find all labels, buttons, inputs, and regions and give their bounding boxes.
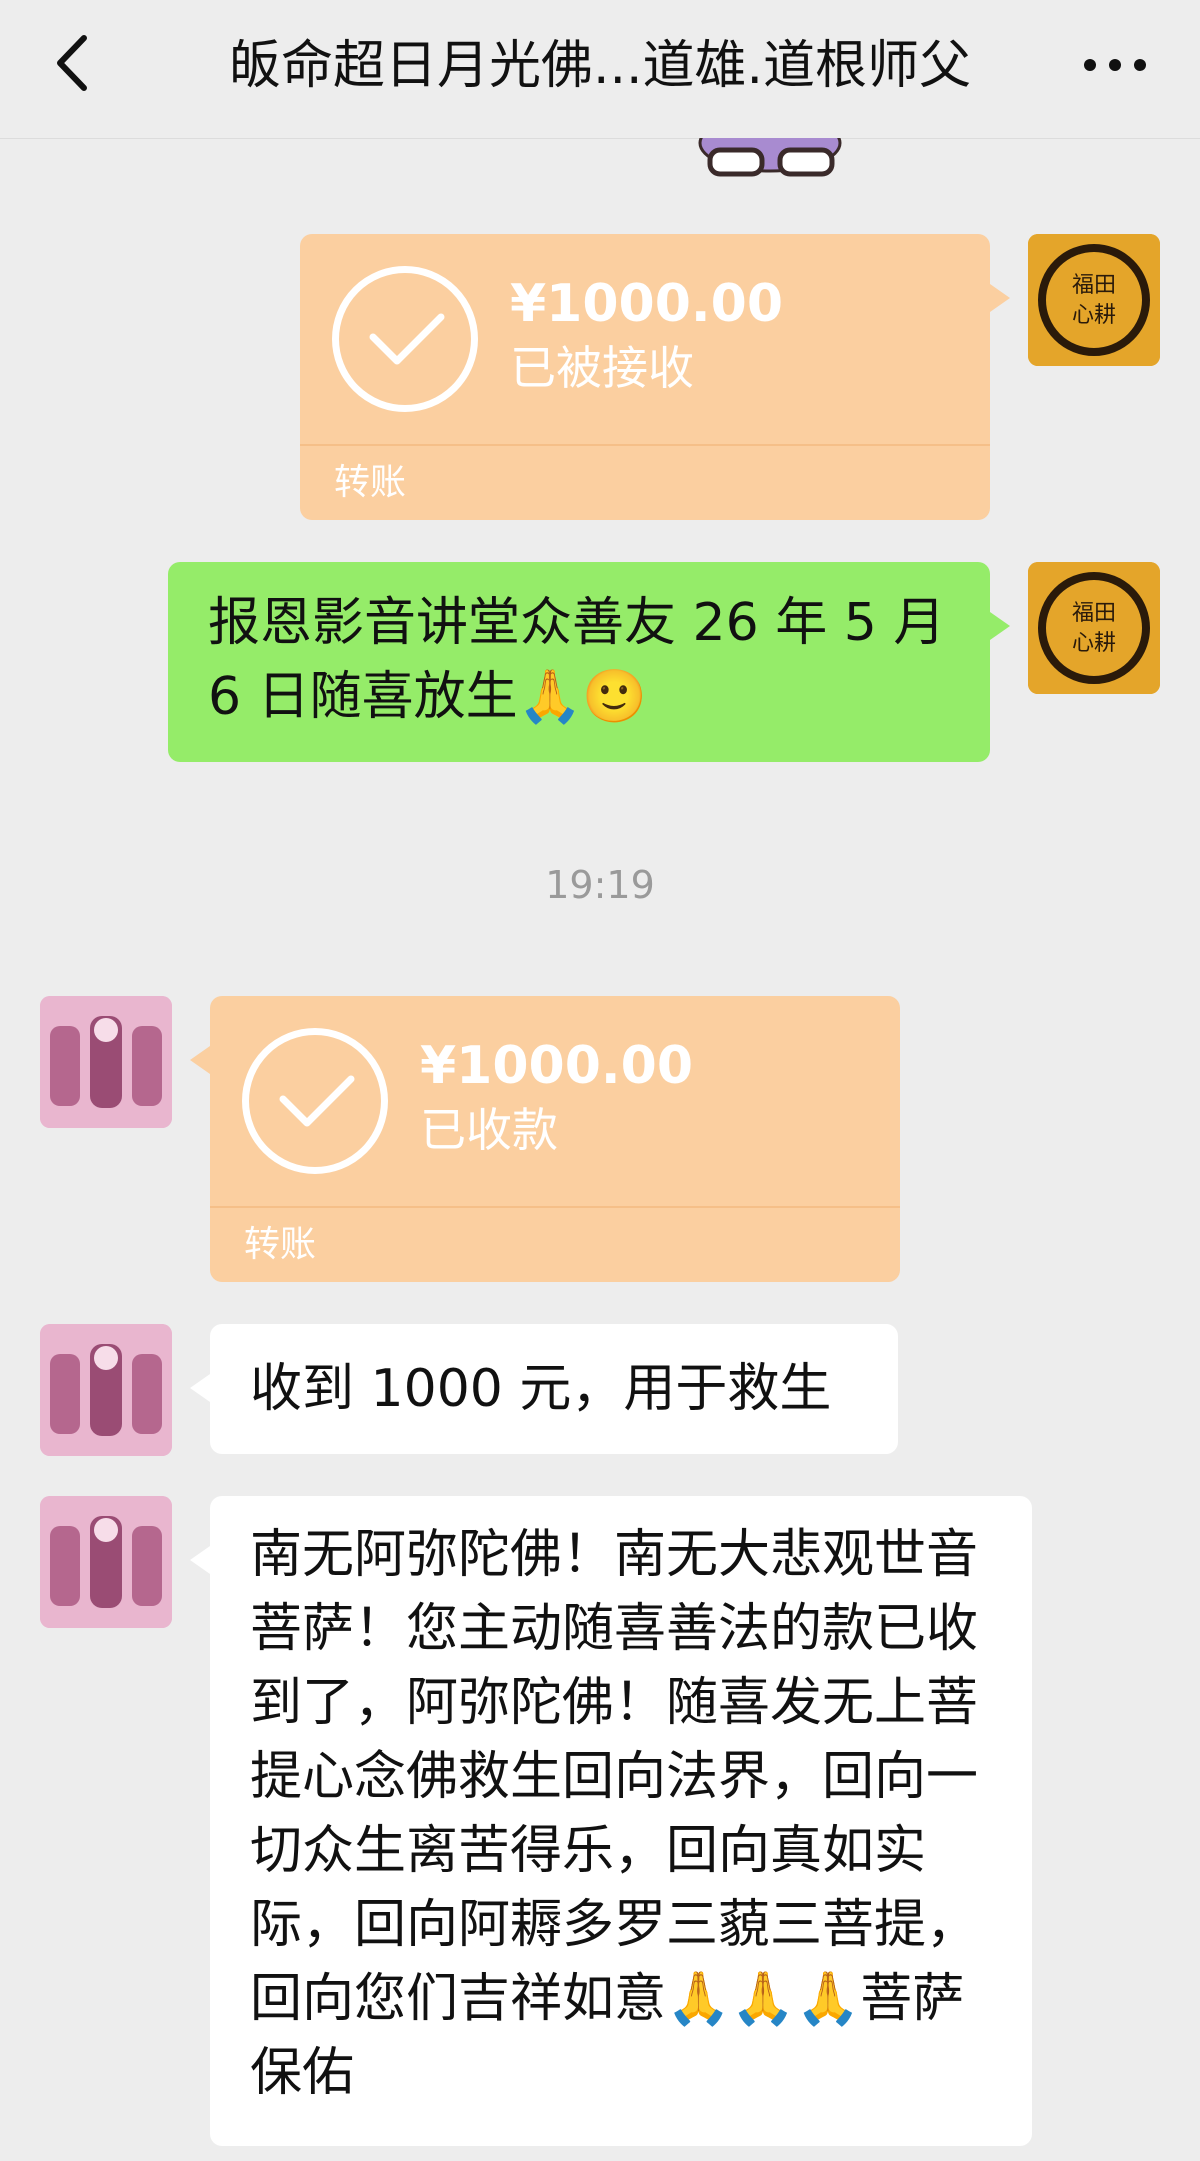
message-text: 收到 1000 元，用于救生 xyxy=(250,1359,832,1419)
svg-text:心耕: 心耕 xyxy=(1072,631,1116,656)
transfer-status: 已收款 xyxy=(420,1103,558,1157)
sticker-image[interactable] xyxy=(690,138,850,188)
chat-title: 皈命超日月光佛...道雄.道根师父 xyxy=(228,36,972,96)
transfer-divider xyxy=(210,1206,900,1208)
transfer-status: 已被接收 xyxy=(510,341,694,395)
check-circle-icon xyxy=(242,1028,388,1174)
transfer-label: 转账 xyxy=(244,1224,317,1265)
avatar-calligraphy-icon: 福田 心耕 xyxy=(1028,234,1160,366)
text-bubble-sent[interactable]: 报恩影音讲堂众善友 26 年 5 月 6 日随喜放生🙏🙂 xyxy=(168,562,1010,762)
svg-text:福田: 福田 xyxy=(1072,601,1116,626)
contact-avatar[interactable] xyxy=(40,1496,172,1628)
chat-header: 皈命超日月光佛...道雄.道根师父 xyxy=(0,0,1200,139)
contact-avatar[interactable] xyxy=(40,1324,172,1456)
transfer-amount: ¥1000.00 xyxy=(420,1036,694,1096)
text-bubble-received[interactable]: 南无阿弥陀佛！南无大悲观世音菩萨！您主动随喜善法的款已收到了，阿弥陀佛！随喜发无… xyxy=(190,1496,1032,2146)
more-dots-icon xyxy=(1084,59,1146,71)
avatar-calligraphy-icon: 福田 心耕 xyxy=(1028,562,1160,694)
avatar-buddha-image-icon xyxy=(40,996,172,1128)
avatar-buddha-image-icon xyxy=(40,1496,172,1628)
my-avatar[interactable]: 福田 心耕 xyxy=(1028,562,1160,694)
text-bubble-received[interactable]: 收到 1000 元，用于救生 xyxy=(190,1324,898,1454)
check-circle-icon xyxy=(332,266,478,412)
check-icon xyxy=(279,1075,355,1127)
message-timestamp: 19:19 xyxy=(545,863,655,907)
check-icon xyxy=(369,313,445,365)
transfer-bubble-sent[interactable]: ¥1000.00 已被接收 转账 xyxy=(300,234,1010,520)
transfer-bubble-received[interactable]: ¥1000.00 已收款 转账 xyxy=(190,996,900,1282)
avatar-buddha-image-icon xyxy=(40,1324,172,1456)
message-text: 报恩影音讲堂众善友 26 年 5 月 6 日随喜放生🙏🙂 xyxy=(208,593,962,727)
transfer-amount: ¥1000.00 xyxy=(510,274,784,334)
chevron-left-icon xyxy=(57,35,87,91)
svg-text:心耕: 心耕 xyxy=(1072,303,1116,328)
svg-text:福田: 福田 xyxy=(1072,273,1116,298)
transfer-divider xyxy=(300,444,990,446)
sticker-figure-icon xyxy=(698,138,842,177)
my-avatar[interactable]: 福田 心耕 xyxy=(1028,234,1160,366)
more-button[interactable] xyxy=(1070,40,1160,90)
back-button[interactable] xyxy=(40,28,110,98)
transfer-label: 转账 xyxy=(334,462,407,503)
message-text: 南无阿弥陀佛！南无大悲观世音菩萨！您主动随喜善法的款已收到了，阿弥陀佛！随喜发无… xyxy=(250,1525,979,2103)
contact-avatar[interactable] xyxy=(40,996,172,1128)
